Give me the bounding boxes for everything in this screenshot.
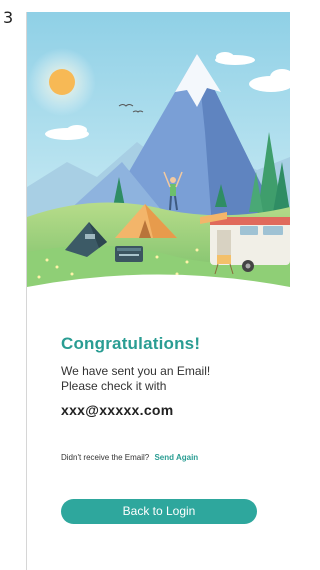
email-address: xxx@xxxxx.com [61,402,174,418]
back-to-login-button[interactable]: Back to Login [61,499,257,524]
message-line-1: We have sent you an Email! [61,364,211,378]
phone-screen: Congratulations! We have sent you an Ema… [27,12,290,570]
camper-van-icon [200,212,290,272]
page: 3 Congratulations! We have sent you an E… [0,0,290,570]
cooler-icon [115,246,143,262]
message-line-2: Please check it with [61,379,167,393]
camping-scene-illustration [27,12,290,287]
sun-icon [49,69,75,95]
confirmation-message: We have sent you an Email! Please check … [61,364,271,394]
send-again-link[interactable]: Send Again [154,453,198,462]
step-number: 3 [3,8,14,27]
congratulations-title: Congratulations! [61,334,201,353]
resend-row: Didn't receive the Email? Send Again [61,453,198,462]
resend-prompt: Didn't receive the Email? [61,453,150,462]
